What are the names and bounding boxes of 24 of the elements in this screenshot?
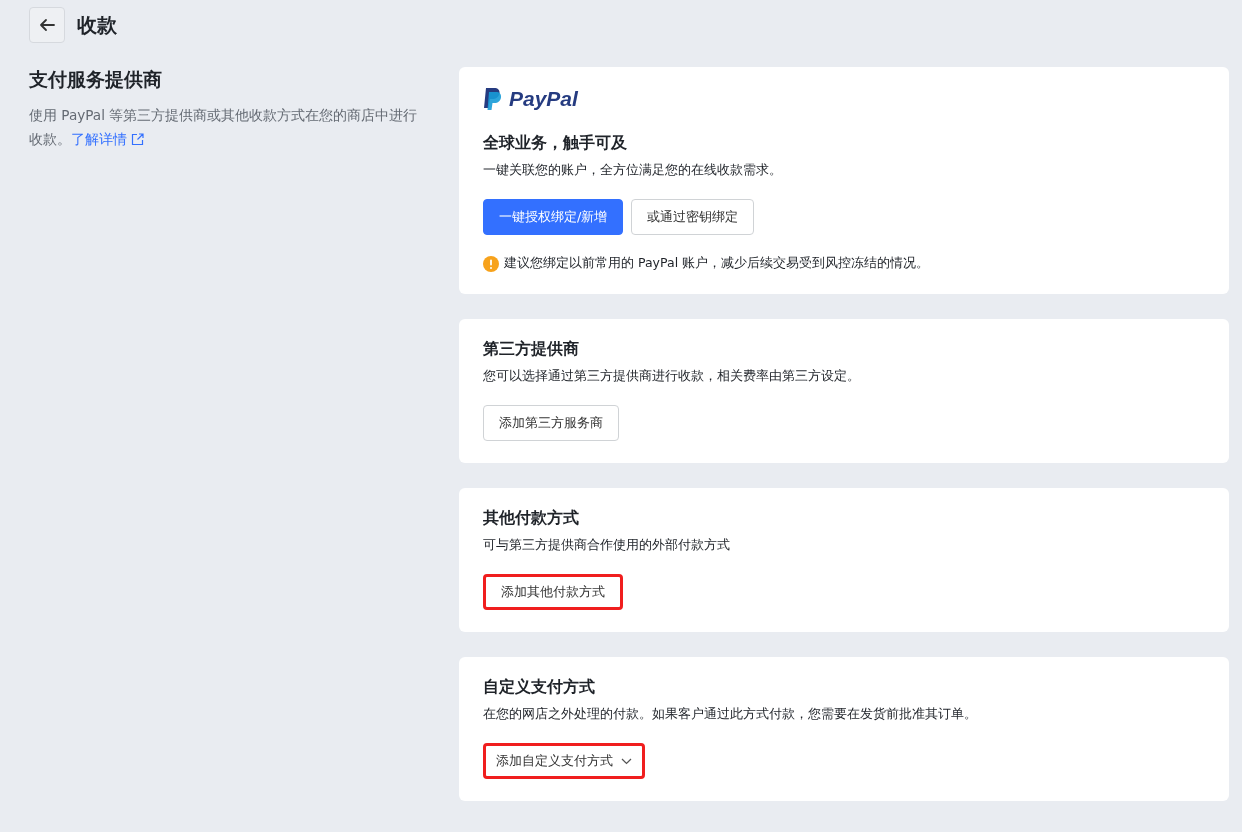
back-button[interactable]	[29, 7, 65, 43]
card-title: 自定义支付方式	[483, 677, 596, 698]
action-button[interactable]: 一键授权绑定/新增	[483, 199, 624, 235]
card-description: 您可以选择通过第三方提供商进行收款，相关费率由第三方设定。	[483, 368, 861, 385]
paypal-logo-text: PayPal	[509, 87, 578, 111]
action-button[interactable]: 或通过密钥绑定	[631, 199, 755, 235]
notice-text: 建议您绑定以前常用的 PayPal 账户，减少后续交易受到风控冻结的情况。	[504, 255, 930, 272]
back-arrow-icon	[38, 16, 56, 34]
card-title: 全球业务，触手可及	[483, 133, 628, 154]
card-title: 其他付款方式	[483, 508, 580, 529]
card-description: 一键关联您的账户，全方位满足您的在线收款需求。	[483, 162, 783, 179]
card-description: 在您的网店之外处理的付款。如果客户通过此方式付款，您需要在发货前批准其订单。	[483, 706, 978, 723]
page-title: 收款	[77, 11, 117, 39]
paypal-logo-icon	[483, 87, 503, 111]
section-title: 支付服务提供商	[29, 67, 163, 92]
card-description: 可与第三方提供商合作使用的外部付款方式	[483, 537, 731, 554]
dropdown-button[interactable]: 添加自定义支付方式	[483, 743, 645, 779]
action-button[interactable]: 添加第三方服务商	[483, 405, 619, 441]
learn-more-link[interactable]: 了解详情	[71, 127, 144, 151]
external-link-icon	[131, 132, 144, 146]
section-description: 使用 PayPal 等第三方提供商或其他收款方式在您的商店中进行收款。了解详情	[29, 103, 430, 151]
card-title: 第三方提供商	[483, 339, 580, 360]
action-button[interactable]: 添加其他付款方式	[483, 574, 623, 610]
warning-icon	[483, 255, 499, 272]
